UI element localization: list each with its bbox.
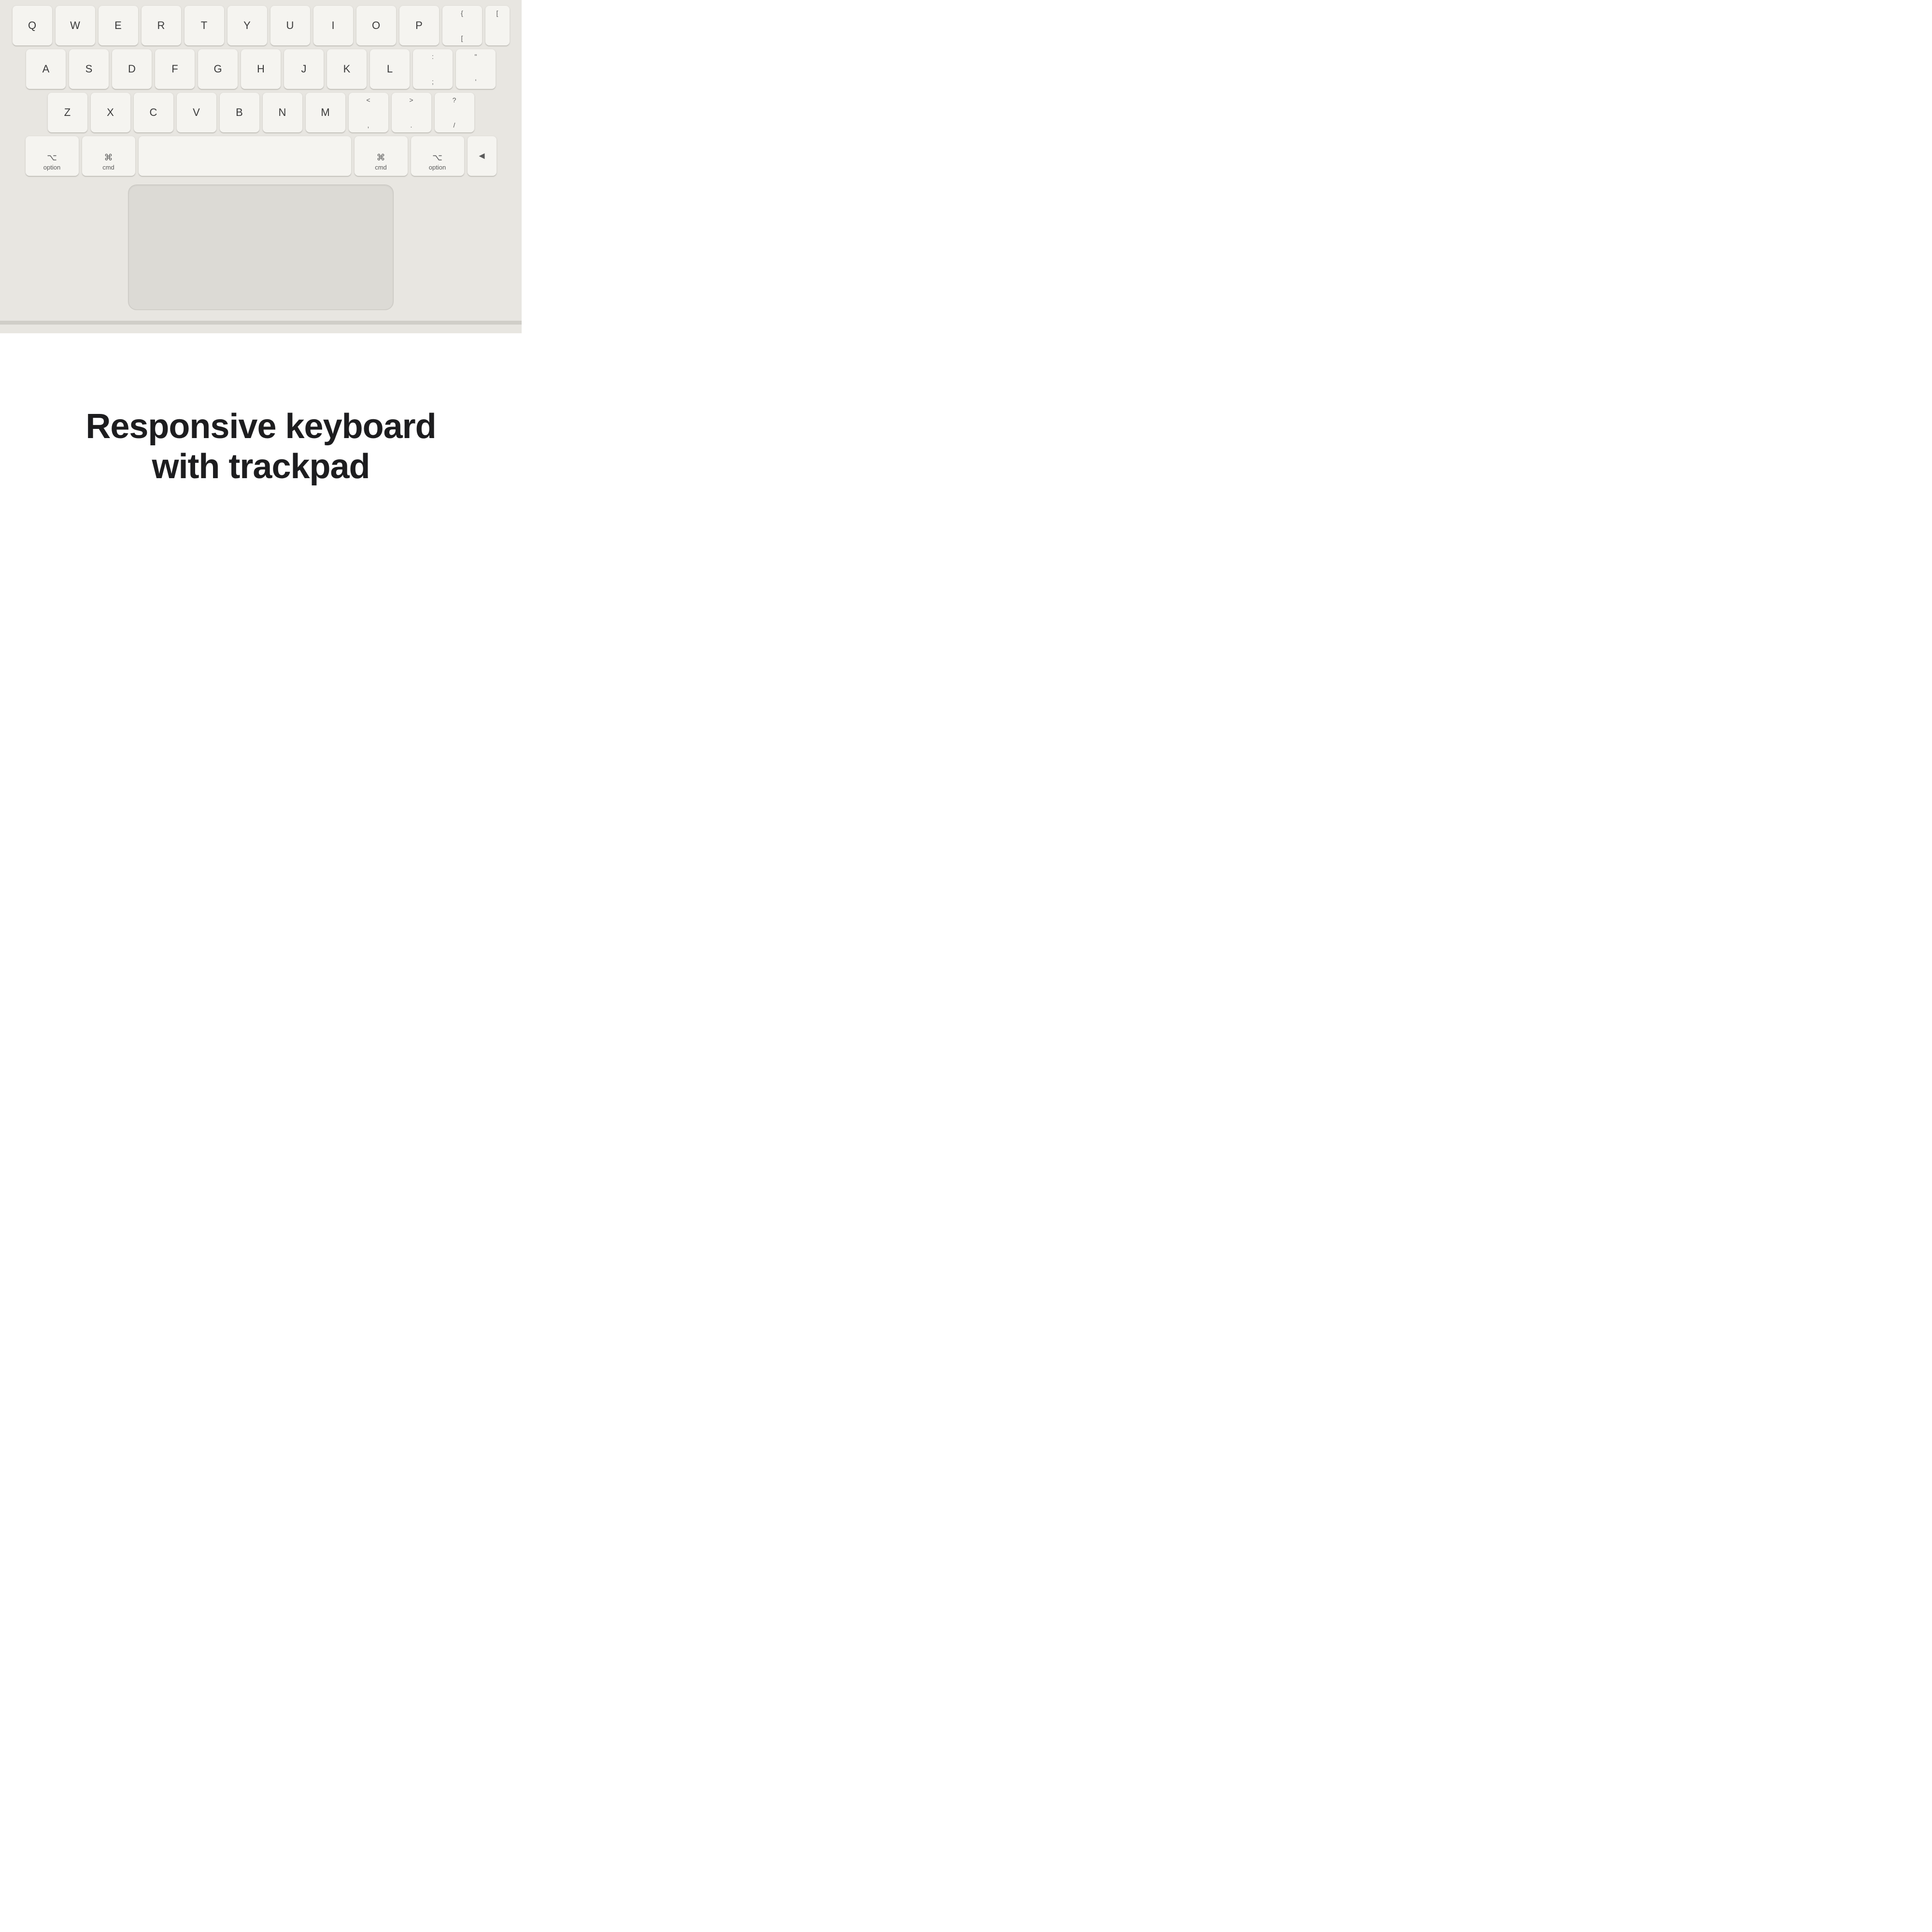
keyboard-bottom-bar: [0, 321, 522, 325]
key-e[interactable]: E: [99, 6, 138, 45]
trackpad-wrapper: [0, 176, 522, 321]
key-o[interactable]: O: [356, 6, 396, 45]
key-h[interactable]: H: [241, 49, 281, 89]
key-period[interactable]: > .: [392, 93, 431, 132]
key-v[interactable]: V: [177, 93, 216, 132]
key-s[interactable]: S: [69, 49, 109, 89]
key-slash[interactable]: ? /: [435, 93, 474, 132]
caption-text: Responsive keyboard with trackpad: [85, 407, 436, 487]
key-c[interactable]: C: [134, 93, 173, 132]
key-cmd-right[interactable]: ⌘ cmd: [355, 136, 408, 176]
key-q[interactable]: Q: [13, 6, 52, 45]
key-row-bottom: ⌥ option ⌘ cmd ⌘ cmd ⌥ option ◄: [0, 136, 522, 176]
key-b[interactable]: B: [220, 93, 259, 132]
caption-line1: Responsive keyboard: [85, 407, 436, 446]
key-w[interactable]: W: [56, 6, 95, 45]
key-row-asdf: A S D F G H J K L : ; " ': [0, 49, 522, 89]
key-cmd-left[interactable]: ⌘ cmd: [82, 136, 135, 176]
key-u[interactable]: U: [270, 6, 310, 45]
caption-section: Responsive keyboard with trackpad: [0, 333, 522, 522]
key-space[interactable]: [139, 136, 351, 176]
key-x[interactable]: X: [91, 93, 130, 132]
keyboard-section: Q W E R T Y U I O P { [ [ A: [0, 0, 522, 333]
trackpad[interactable]: [128, 185, 394, 310]
key-m[interactable]: M: [306, 93, 345, 132]
key-option-left[interactable]: ⌥ option: [26, 136, 79, 176]
page-wrapper: Q W E R T Y U I O P { [ [ A: [0, 0, 522, 522]
key-f[interactable]: F: [155, 49, 195, 89]
key-l[interactable]: L: [370, 49, 410, 89]
key-g[interactable]: G: [198, 49, 238, 89]
key-semicolon[interactable]: : ;: [413, 49, 453, 89]
key-r[interactable]: R: [142, 6, 181, 45]
key-a[interactable]: A: [26, 49, 66, 89]
key-z[interactable]: Z: [48, 93, 87, 132]
key-n[interactable]: N: [263, 93, 302, 132]
key-p[interactable]: P: [399, 6, 439, 45]
key-j[interactable]: J: [284, 49, 324, 89]
key-row-qwerty: Q W E R T Y U I O P { [ [: [0, 6, 522, 45]
keyboard-area: Q W E R T Y U I O P { [ [ A: [0, 0, 522, 176]
key-arrow-left[interactable]: ◄: [468, 136, 497, 176]
key-y[interactable]: Y: [227, 6, 267, 45]
key-bracket-partial[interactable]: [: [485, 6, 510, 45]
key-quote[interactable]: " ': [456, 49, 496, 89]
caption-line2: with trackpad: [152, 447, 369, 486]
key-t[interactable]: T: [185, 6, 224, 45]
key-option-right[interactable]: ⌥ option: [411, 136, 464, 176]
key-brace[interactable]: { [: [442, 6, 482, 45]
key-k[interactable]: K: [327, 49, 367, 89]
key-row-zxcv: Z X C V B N M < , > . ? /: [0, 93, 522, 132]
key-d[interactable]: D: [112, 49, 152, 89]
key-i[interactable]: I: [313, 6, 353, 45]
key-comma[interactable]: < ,: [349, 93, 388, 132]
